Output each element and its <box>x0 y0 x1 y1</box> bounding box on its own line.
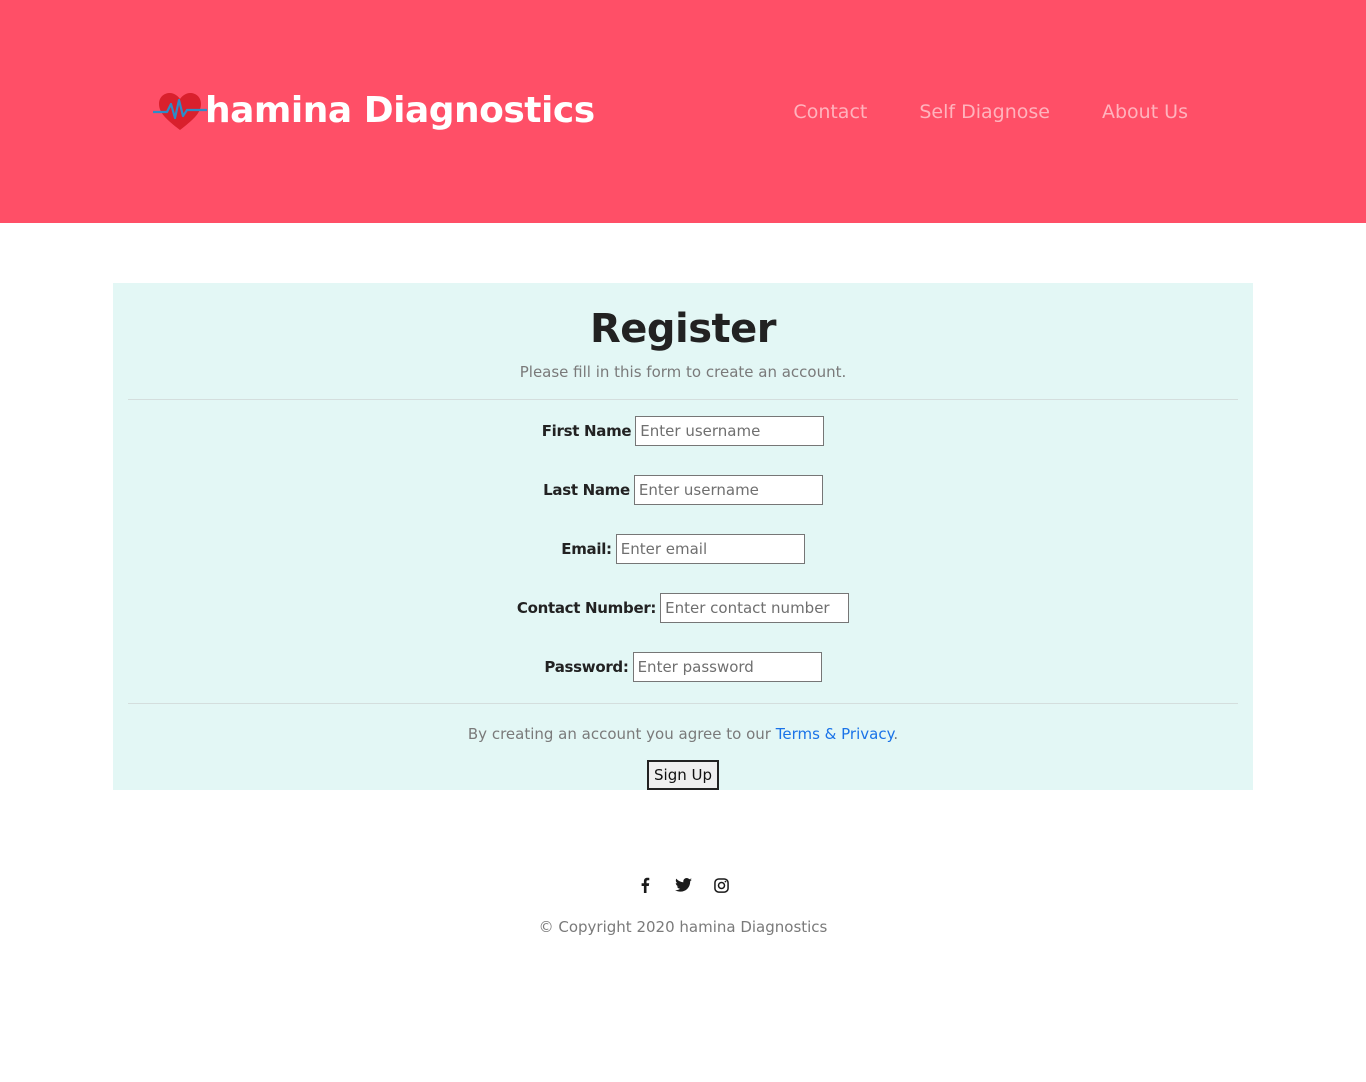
email-row: Email: <box>113 534 1253 564</box>
sign-up-button[interactable]: Sign Up <box>647 760 719 790</box>
contact-number-label: Contact Number: <box>516 599 657 617</box>
nav-about-us[interactable]: About Us <box>1102 98 1188 126</box>
terms-privacy-link[interactable]: Terms & Privacy <box>776 725 894 743</box>
facebook-icon[interactable] <box>636 876 654 894</box>
password-label: Password: <box>544 658 629 676</box>
terms-suffix: . <box>893 725 899 743</box>
page-title: Register <box>589 306 777 352</box>
last-name-label: Last Name <box>543 481 630 499</box>
heart-pulse-icon <box>153 93 207 130</box>
site-header: hamina Diagnostics Contact Self Diagnose… <box>0 0 1366 223</box>
twitter-icon[interactable] <box>674 876 692 894</box>
first-name-input[interactable] <box>635 416 825 446</box>
form-subtitle: Please fill in this form to create an ac… <box>519 363 847 381</box>
instagram-icon[interactable] <box>712 876 730 894</box>
last-name-input[interactable] <box>633 475 823 505</box>
terms-notice: By creating an account you agree to our … <box>113 723 1253 745</box>
social-links <box>0 876 1366 894</box>
copyright-text: © Copyright 2020 hamina Diagnostics <box>538 918 828 936</box>
nav-self-diagnose[interactable]: Self Diagnose <box>919 98 1050 126</box>
main-nav: Contact Self Diagnose About Us <box>793 98 1188 126</box>
brand-link[interactable]: hamina Diagnostics <box>153 86 595 136</box>
first-name-label: First Name <box>541 422 632 440</box>
brand-name: hamina Diagnostics <box>205 90 595 131</box>
email-label: Email: <box>561 540 612 558</box>
divider <box>128 703 1238 704</box>
password-row: Password: <box>113 652 1253 682</box>
register-form: Register Please fill in this form to cre… <box>113 283 1253 790</box>
first-name-row: First Name <box>113 416 1253 446</box>
divider <box>128 399 1238 400</box>
password-input[interactable] <box>632 652 822 682</box>
last-name-row: Last Name <box>113 475 1253 505</box>
contact-number-row: Contact Number: <box>113 593 1253 623</box>
contact-number-input[interactable] <box>660 593 850 623</box>
nav-contact[interactable]: Contact <box>793 98 867 126</box>
terms-prefix: By creating an account you agree to our <box>467 725 776 743</box>
email-field[interactable] <box>615 534 805 564</box>
